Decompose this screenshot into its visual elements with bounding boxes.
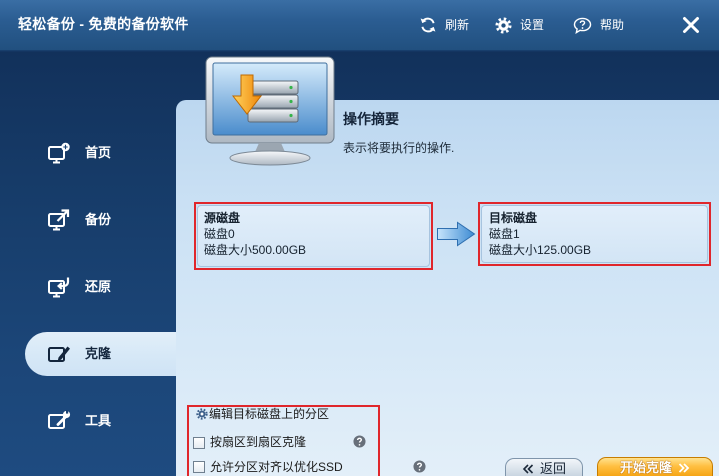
sidebar-item-label: 备份 (85, 212, 112, 227)
sidebar-item-label: 还原 (85, 279, 112, 294)
question-icon[interactable] (353, 435, 366, 448)
arrow-right-icon (437, 221, 476, 247)
target-disk-card: 目标磁盘 磁盘1 磁盘大小125.00GB (481, 205, 708, 263)
question-icon[interactable] (413, 460, 426, 473)
gear-icon (495, 16, 512, 34)
sidebar-item-label: 工具 (85, 413, 112, 428)
sidebar-item-tools[interactable]: 工具 (25, 399, 176, 443)
edit-partitions-link[interactable]: 编辑目标磁盘上的分区 (196, 407, 346, 423)
close-icon (683, 17, 699, 33)
refresh-icon (420, 17, 436, 33)
restore-icon (48, 277, 70, 298)
sector-clone-option[interactable]: 按扇区到扇区克隆 (193, 435, 343, 451)
sidebar-item-restore[interactable]: 还原 (25, 265, 176, 309)
settings-label: 设置 (520, 18, 545, 32)
clone-icon (48, 346, 70, 362)
start-clone-label: 开始克隆 (619, 460, 672, 475)
source-disk-size: 磁盘大小500.00GB (204, 243, 307, 257)
home-icon (48, 142, 70, 164)
help-button[interactable]: 帮助 (573, 15, 624, 35)
summary-title: 操作摘要 (343, 111, 399, 127)
refresh-button[interactable]: 刷新 (419, 15, 469, 35)
help-label: 帮助 (600, 18, 625, 32)
app-window: 轻松备份 - 免费的备份软件 刷新 设置 帮助 首页 备份 还原 克隆 工具 操… (0, 0, 719, 476)
source-disk-heading: 源磁盘 (204, 211, 241, 225)
title-bar: 轻松备份 - 免费的备份软件 刷新 设置 帮助 (0, 0, 719, 50)
back-button[interactable]: 返回 (505, 458, 583, 476)
tools-icon (48, 410, 71, 429)
help-bubble-icon (573, 17, 592, 34)
sector-clone-checkbox[interactable] (193, 437, 205, 449)
source-disk-card: 源磁盘 磁盘0 磁盘大小500.00GB (197, 205, 430, 267)
ssd-align-checkbox[interactable] (193, 461, 205, 473)
close-button[interactable] (681, 15, 701, 35)
gear-icon (196, 408, 208, 420)
sidebar: 首页 备份 还原 克隆 工具 (0, 50, 176, 476)
backup-icon (48, 209, 70, 231)
app-title: 轻松备份 - 免费的备份软件 (18, 16, 189, 32)
double-chevron-right-icon (678, 463, 690, 473)
sidebar-item-home[interactable]: 首页 (25, 131, 176, 175)
settings-button[interactable]: 设置 (495, 15, 544, 35)
target-disk-heading: 目标磁盘 (489, 211, 538, 225)
target-disk-name: 磁盘1 (489, 227, 520, 241)
ssd-align-option[interactable]: 允许分区对齐以优化SSD (193, 460, 363, 476)
double-chevron-left-icon (522, 464, 534, 474)
back-label: 返回 (539, 461, 566, 476)
sidebar-item-clone[interactable]: 克隆 (25, 332, 176, 376)
target-disk-size: 磁盘大小125.00GB (489, 243, 592, 257)
edit-partitions-label: 编辑目标磁盘上的分区 (209, 407, 330, 421)
sector-clone-label: 按扇区到扇区克隆 (210, 435, 307, 449)
source-disk-name: 磁盘0 (204, 227, 235, 241)
start-clone-button[interactable]: 开始克隆 (597, 457, 713, 476)
main-area: 操作摘要 表示将要执行的操作. 源磁盘 磁盘0 磁盘大小500.00GB 目标磁… (176, 50, 719, 476)
sidebar-item-label: 克隆 (85, 346, 112, 361)
sidebar-item-backup[interactable]: 备份 (25, 198, 176, 242)
sidebar-item-label: 首页 (85, 145, 112, 160)
ssd-align-label: 允许分区对齐以优化SSD (210, 460, 343, 474)
summary-subtitle: 表示将要执行的操作. (343, 141, 455, 155)
disk-monitor-icon (205, 56, 335, 166)
refresh-label: 刷新 (445, 18, 470, 32)
